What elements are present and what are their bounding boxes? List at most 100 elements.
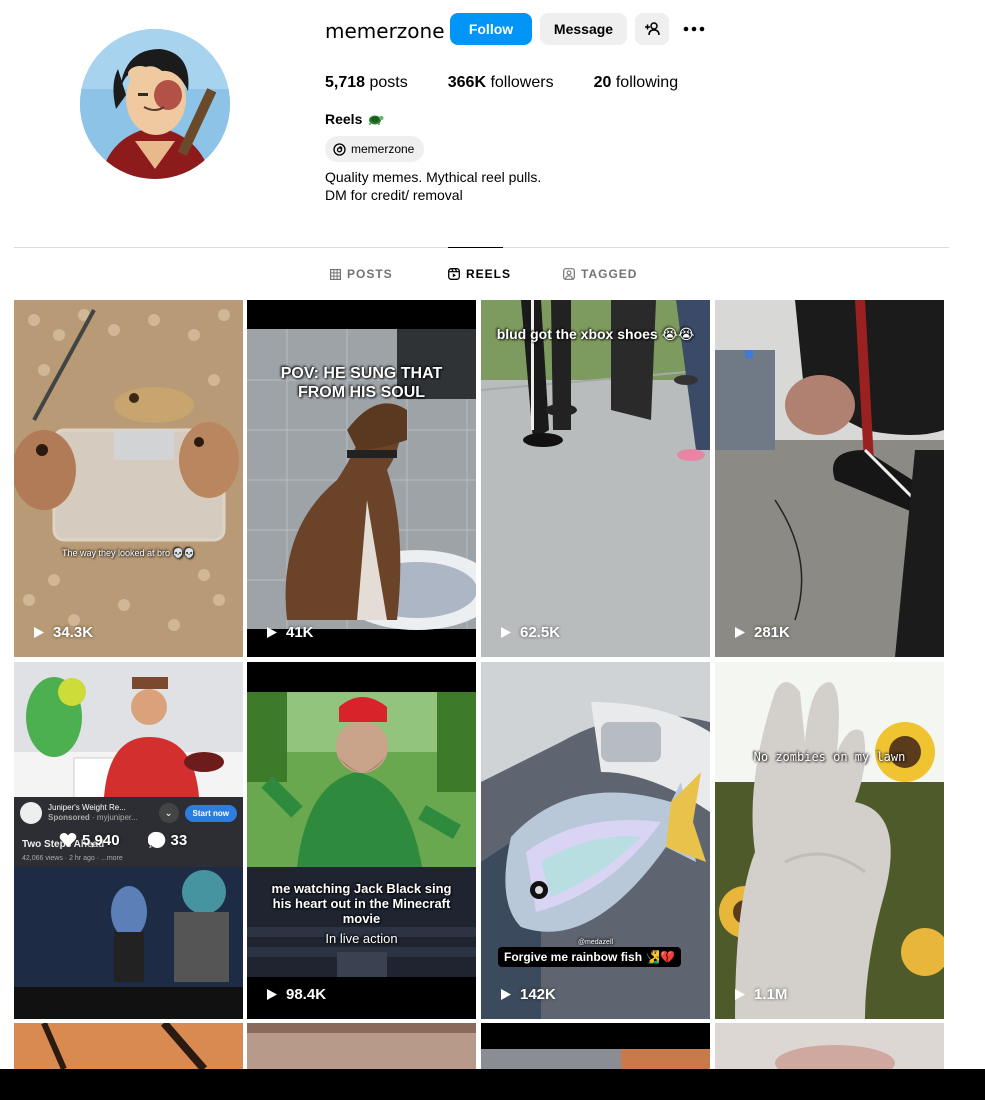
reel-views: 62.5K <box>499 624 560 641</box>
turtle-emoji-icon <box>369 115 384 125</box>
play-icon <box>34 627 44 638</box>
reel-caption: Forgive me rainbow fish 🧏‍♂️💔 <box>498 947 682 967</box>
suggested-accounts-button[interactable] <box>635 13 669 45</box>
posts-stat: 5,718 posts <box>325 73 408 93</box>
bio-line: DM for credit/ removal <box>325 187 463 203</box>
profile-avatar[interactable] <box>80 29 230 179</box>
like-count: 5,940 <box>82 831 120 849</box>
play-icon <box>501 627 511 638</box>
reel-views: 142K <box>499 986 556 1003</box>
reel-tile[interactable]: blud got the xbox shoes 😭😭 62.5K <box>481 300 710 657</box>
reel-tile[interactable]: me watching Jack Black sing his heart ou… <box>247 662 476 1019</box>
reel-caption: POV: HE SUNG THAT FROM HIS SOUL <box>280 365 443 401</box>
likes: 5,940 <box>59 832 120 849</box>
reel-view-count: 1.1M <box>754 986 788 1003</box>
reel-tile[interactable]: No zombies on my lawn 1.1M <box>715 662 944 1019</box>
following-stat[interactable]: 20 following <box>594 73 679 93</box>
play-icon <box>735 627 745 638</box>
reel-tile[interactable]: Juniper's Weight Re... Sponsored · myjun… <box>14 662 243 1019</box>
reel-thumbnail <box>247 662 476 1019</box>
reel-caption: me watching Jack Black sing his heart ou… <box>271 881 452 926</box>
reel-thumbnail <box>715 300 944 657</box>
bio-name-text: Reels <box>325 111 363 127</box>
reel-thumbnail <box>14 300 243 657</box>
bio-name: Reels <box>325 111 384 127</box>
reel-view-count: 34.3K <box>53 624 94 641</box>
reel-view-count: 41K <box>286 624 314 641</box>
reels-icon <box>448 268 460 280</box>
follow-button[interactable]: Follow <box>450 13 532 45</box>
reel-watermark: @medazell <box>577 939 614 946</box>
followers-stat[interactable]: 366K followers <box>448 73 554 93</box>
comment-count: 33 <box>170 831 188 849</box>
posts-count: 5,718 <box>325 74 366 91</box>
reel-views: 41K <box>265 624 314 641</box>
reel-views: 281K <box>733 624 790 641</box>
advertiser-avatar <box>20 802 42 824</box>
ad-sponsored: Sponsored <box>48 813 90 822</box>
tab-tagged-label: TAGGED <box>581 267 638 281</box>
more-dots-icon <box>683 26 705 32</box>
ad-source: · myjuniper... <box>92 813 138 822</box>
reel-thumbnail <box>715 1023 944 1069</box>
grid-icon <box>330 268 341 280</box>
following-label: following <box>615 74 679 91</box>
reel-thumbnail <box>481 1023 710 1069</box>
following-count: 20 <box>593 74 612 91</box>
reel-tile[interactable]: @medazell Forgive me rainbow fish 🧏‍♂️💔 … <box>481 662 710 1019</box>
heart-icon <box>59 833 77 847</box>
posts-label: posts <box>369 74 408 91</box>
reel-tile[interactable] <box>247 1023 476 1069</box>
reel-caption: The way they looked at bro 💀💀 <box>62 548 195 558</box>
ad-cta-button[interactable]: Start now <box>184 804 237 822</box>
reel-views: 98.4K <box>265 986 326 1003</box>
reel-caption-secondary: In live action <box>325 931 398 946</box>
profile-username: memerzone <box>325 19 445 43</box>
play-icon <box>501 989 511 1000</box>
reel-tile[interactable] <box>14 1023 243 1069</box>
reel-caption: blud got the xbox shoes 😭😭 <box>496 326 695 342</box>
reel-tile[interactable]: 281K <box>715 300 944 657</box>
threads-handle: memerzone <box>351 142 415 156</box>
reel-tile[interactable]: The way they looked at bro 💀💀 34.3K <box>14 300 243 657</box>
reel-tile[interactable] <box>481 1023 710 1069</box>
threads-icon <box>333 142 346 156</box>
reel-views: 1.1M <box>733 986 787 1003</box>
reel-thumbnail <box>247 1023 476 1069</box>
engagement-overlay: 5,940 33 <box>59 831 187 849</box>
reel-view-count: 98.4K <box>286 986 327 1003</box>
bio-line: Quality memes. Mythical reel pulls. <box>325 169 542 185</box>
reel-caption: No zombies on my lawn <box>753 750 906 764</box>
reel-view-count: 142K <box>520 986 556 1003</box>
ad-info: Juniper's Weight Re... Sponsored · myjun… <box>48 803 153 823</box>
tab-posts-label: POSTS <box>347 267 393 281</box>
comments: 33 <box>147 831 188 849</box>
chevron-down-icon[interactable]: ⌄ <box>158 803 179 823</box>
tab-posts[interactable]: POSTS <box>330 262 393 286</box>
ad-meta: 42,066 views · 2 hr ago · ...more <box>22 855 123 862</box>
active-tab-indicator <box>448 247 503 248</box>
tab-reels-label: REELS <box>466 267 512 281</box>
add-user-icon <box>645 22 660 36</box>
sponsored-ad-bar[interactable]: Juniper's Weight Re... Sponsored · myjun… <box>20 798 237 828</box>
reel-thumbnail <box>481 300 710 657</box>
play-icon <box>267 627 277 638</box>
reel-tile[interactable]: POV: HE SUNG THAT FROM HIS SOUL 41K <box>247 300 476 657</box>
profile-stats: 5,718 posts 366K followers 20 following <box>325 73 718 93</box>
reel-thumbnail <box>715 662 944 1019</box>
tab-tagged[interactable]: TAGGED <box>563 262 637 286</box>
reel-tile[interactable] <box>715 1023 944 1069</box>
reel-thumbnail <box>247 300 476 657</box>
tab-reels[interactable]: REELS <box>448 262 511 286</box>
message-button[interactable]: Message <box>540 13 627 45</box>
play-icon <box>735 989 745 1000</box>
tagged-icon <box>563 268 575 280</box>
ad-title: Juniper's Weight Re... <box>48 803 126 812</box>
reel-view-count: 281K <box>754 624 790 641</box>
reel-thumbnail <box>14 1023 243 1069</box>
more-options-button[interactable] <box>678 13 710 45</box>
followers-count: 366K <box>447 74 486 91</box>
threads-link[interactable]: memerzone <box>325 136 425 162</box>
reel-views: 34.3K <box>32 624 93 641</box>
bottom-bar <box>0 1069 985 1100</box>
